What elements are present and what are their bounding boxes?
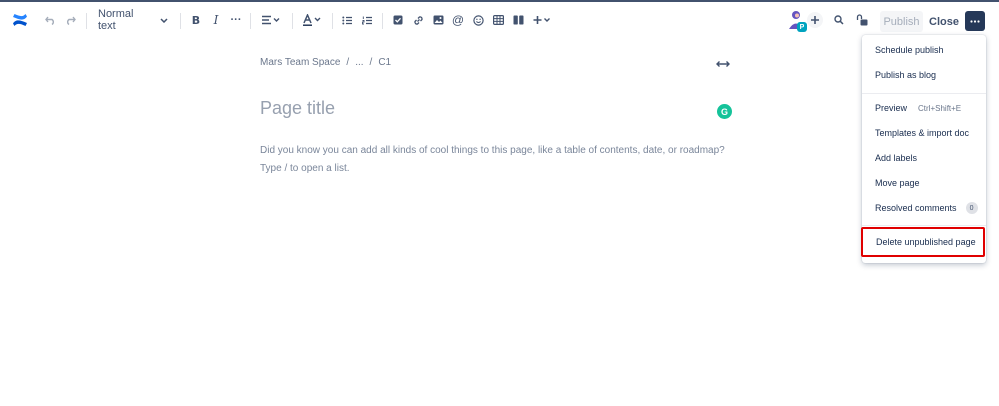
publish-button[interactable]: Publish [880,11,923,32]
menu-item-add-labels[interactable]: Add labels [862,146,986,170]
toolbar-divider [180,13,181,29]
align-icon[interactable] [260,2,282,38]
menu-item-label: Templates & import doc [875,128,970,138]
text-style-label: Normal text [98,8,134,32]
breadcrumb-space[interactable]: Mars Team Space [260,57,340,68]
page-title-input[interactable]: Page title [260,98,335,119]
editor-hint-line-1: Did you know you can add all kinds of co… [260,145,725,156]
toolbar-divider [250,13,251,29]
menu-item-publish-as-blog[interactable]: Publish as blog [862,63,986,87]
restrictions-icon[interactable] [855,2,869,38]
emoji-icon[interactable] [471,2,485,38]
menu-item-templates-import[interactable]: Templates & import doc [862,121,986,145]
menu-item-label: Add labels [875,153,918,163]
menu-item-resolved-comments[interactable]: Resolved comments 0 [862,196,986,220]
text-color-icon[interactable] [301,2,323,38]
numbered-list-icon[interactable] [360,2,374,38]
full-width-toggle-icon[interactable] [716,56,730,74]
invite-button[interactable] [806,2,824,38]
menu-item-schedule-publish[interactable]: Schedule publish [862,38,986,62]
bold-icon[interactable]: B [189,2,203,38]
more-actions-menu: Schedule publish Publish as blog Preview… [861,35,986,263]
more-icon [970,19,980,23]
menu-item-label: Delete unpublished page [876,237,976,247]
toolbar-divider [86,13,87,29]
count-badge: 0 [965,202,978,214]
grammarly-icon[interactable]: G [717,104,732,119]
close-button[interactable]: Close [929,11,959,32]
image-icon[interactable] [431,2,445,38]
menu-item-label: Move page [875,178,920,188]
menu-divider [862,93,986,94]
more-formatting-icon[interactable]: ··· [229,2,243,38]
menu-item-preview[interactable]: Preview Ctrl+Shift+E [862,96,986,120]
layouts-icon[interactable] [511,2,525,38]
link-icon[interactable] [411,2,425,38]
menu-item-label: Resolved comments [875,203,957,213]
menu-item-delete-unpublished-page[interactable]: Delete unpublished page [861,227,985,257]
shortcut-hint: Ctrl+Shift+E [918,103,962,113]
confluence-logo-icon[interactable] [10,2,30,38]
text-style-dropdown[interactable]: Normal text [98,2,168,38]
undo-icon[interactable] [42,2,58,38]
toolbar-divider [292,13,293,29]
toolbar-divider [332,13,333,29]
redo-icon[interactable] [62,2,78,38]
menu-item-label: Preview [875,103,908,113]
editor-toolbar: Normal text B I ··· @ P Publish Close [0,2,999,38]
menu-item-move-page[interactable]: Move page [862,171,986,195]
search-icon[interactable] [832,2,846,38]
menu-divider [862,225,986,226]
breadcrumb-page[interactable]: C1 [378,57,391,68]
breadcrumb-ellipsis[interactable]: ... [355,57,363,68]
menu-item-label: Publish as blog [875,70,937,80]
toolbar-divider [382,13,383,29]
breadcrumb: Mars Team Space / ... / C1 [260,57,391,68]
action-item-icon[interactable] [391,2,405,38]
bullet-list-icon[interactable] [340,2,354,38]
italic-icon[interactable]: I [209,2,223,38]
mention-icon[interactable]: @ [451,2,465,38]
menu-item-label: Schedule publish [875,45,944,55]
editor-hint-line-2: Type / to open a list. [260,163,350,174]
breadcrumb-separator: / [369,57,373,68]
more-actions-button[interactable] [965,11,985,31]
avatar[interactable] [786,2,808,38]
table-icon[interactable] [491,2,505,38]
breadcrumb-separator: / [346,57,350,68]
insert-icon[interactable] [532,2,552,38]
chevron-down-icon [160,17,168,23]
editor-body[interactable]: Did you know you can add all kinds of co… [260,142,730,178]
